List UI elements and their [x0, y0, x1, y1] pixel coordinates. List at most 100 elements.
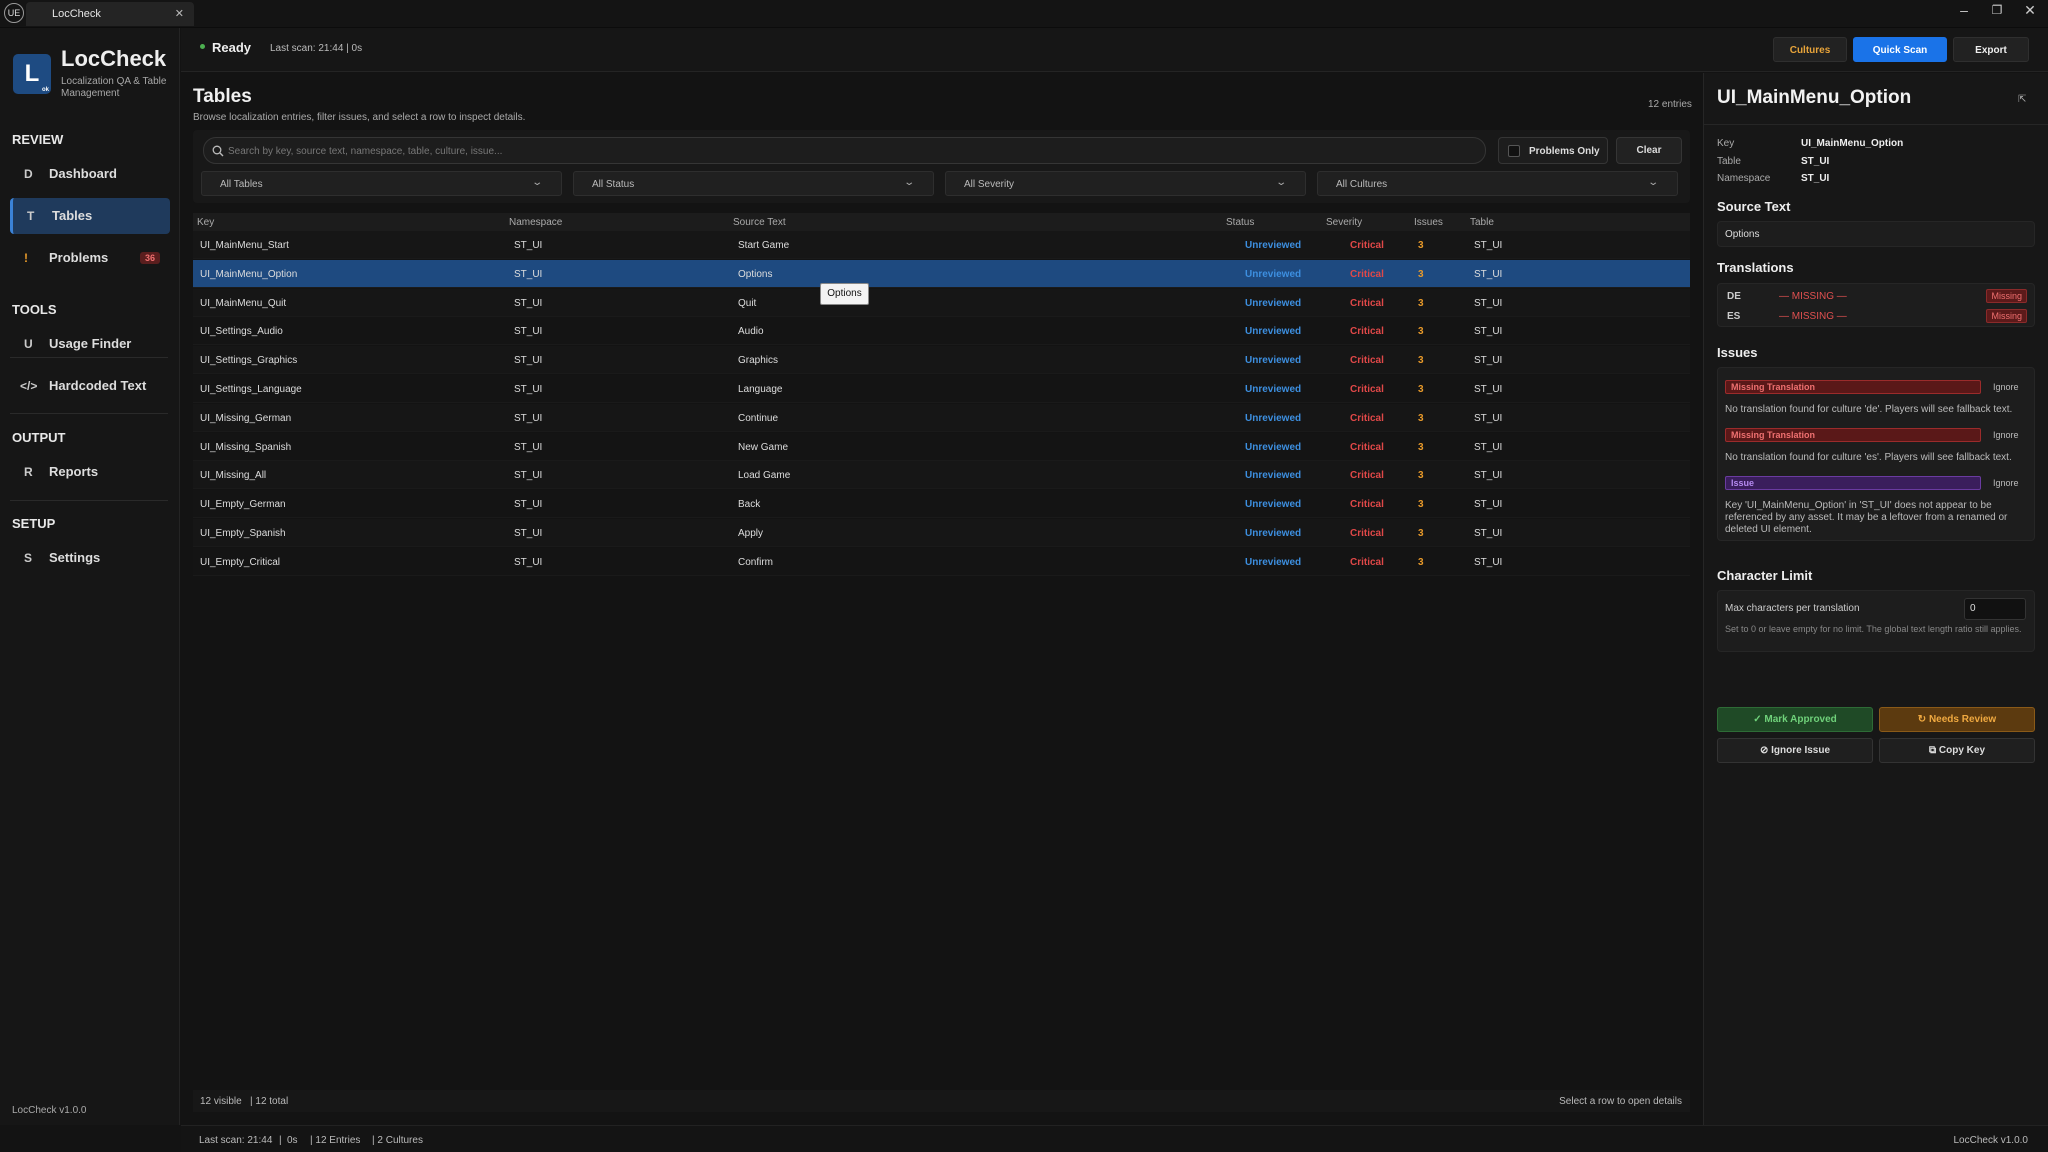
export-button[interactable]: Export — [1953, 37, 2029, 62]
column-table[interactable]: Table — [1470, 217, 1494, 228]
cell-issues: 3 — [1418, 297, 1424, 309]
cell-src: Back — [738, 499, 761, 511]
cultures-filter-dropdown[interactable]: All Cultures ⌄ — [1317, 171, 1678, 196]
cell-key: UI_MainMenu_Start — [200, 240, 289, 251]
mark-approved-button[interactable]: ✓ Mark Approved — [1717, 707, 1873, 732]
cell-issues: 3 — [1418, 499, 1424, 511]
restore-icon[interactable]: ❐ — [1987, 3, 2007, 17]
ignore-link[interactable]: Ignore — [1993, 430, 2019, 440]
tables-filter-dropdown[interactable]: All Tables ⌄ — [201, 171, 562, 196]
minimize-icon[interactable]: – — [1954, 2, 1974, 18]
table-row[interactable]: UI_Missing_German ST_UI Continue Unreviewed… — [193, 403, 1690, 432]
problems-only-toggle[interactable]: Problems Only — [1498, 137, 1608, 164]
column-namespace[interactable]: Namespace — [509, 217, 562, 228]
sidebar-item-reports[interactable]: R Reports — [10, 454, 170, 490]
needs-review-button[interactable]: ↻ Needs Review — [1879, 707, 2035, 732]
table-row[interactable]: UI_Settings_Language ST_UI Language Unrevie… — [193, 375, 1690, 403]
column-issues[interactable]: Issues — [1414, 217, 1443, 228]
app-logo-icon: Lok — [13, 54, 51, 94]
translation-row[interactable]: ES — MISSING — Missing — [1717, 307, 2035, 327]
clear-button[interactable]: Clear — [1616, 137, 1682, 164]
table-row[interactable]: UI_Empty_Spanish ST_UI Apply Unreviewed Crit… — [193, 519, 1690, 547]
ignore-link[interactable]: Ignore — [1993, 478, 2019, 488]
cell-table: ST_UI — [1474, 297, 1503, 309]
column-key[interactable]: Key — [197, 217, 214, 228]
missing-badge: Missing — [1986, 309, 2027, 323]
usage-finder-icon: U — [24, 337, 33, 351]
search-box[interactable] — [203, 137, 1486, 164]
sidebar-item-dashboard[interactable]: D Dashboard — [10, 156, 170, 192]
severity-filter-dropdown[interactable]: All Severity ⌄ — [945, 171, 1306, 196]
settings-icon: S — [24, 551, 33, 565]
table-row[interactable]: UI_Missing_Spanish ST_UI New Game Unreviewe… — [193, 432, 1690, 461]
cell-ns: ST_UI — [514, 528, 543, 539]
cell-status: Unreviewed — [1245, 556, 1302, 568]
cell-sev: Critical — [1350, 355, 1384, 367]
column-status[interactable]: Status — [1226, 217, 1254, 228]
ignore-issue-button[interactable]: ⊘ Ignore Issue — [1717, 738, 1873, 763]
cell-sev: Critical — [1350, 528, 1384, 539]
status-separator: | — [279, 1135, 282, 1146]
char-limit-input[interactable]: 0 — [1964, 598, 2026, 620]
issue-text: Key 'UI_MainMenu_Option' in 'ST_UI' does… — [1725, 500, 2008, 535]
status-filter-dropdown[interactable]: All Status ⌄ — [573, 171, 934, 196]
translation-row[interactable]: DE — MISSING — Missing — [1717, 287, 2035, 307]
table-row[interactable]: UI_MainMenu_Start ST_UI Start Game Unreview… — [193, 231, 1690, 259]
cell-status: Unreviewed — [1245, 441, 1302, 453]
cell-key: UI_MainMenu_Quit — [200, 297, 287, 309]
table-row[interactable]: UI_Missing_All ST_UI Load Game Unreviewed Cr… — [193, 461, 1690, 490]
table-row[interactable]: UI_Empty_Critical ST_UI Confirm Unreviewed C… — [193, 547, 1690, 576]
translations-heading: Translations — [1717, 260, 1794, 275]
cell-key: UI_Missing_All — [200, 470, 267, 482]
visible-count: 12 visible — [200, 1096, 242, 1107]
table-row[interactable]: UI_Settings_Audio ST_UI Audio Unreviewed Cri… — [193, 317, 1690, 346]
table-row[interactable]: UI_MainMenu_Quit ST_UI Quit Unreviewed Criti… — [193, 288, 1690, 317]
cell-src: Load Game — [738, 470, 791, 482]
cell-issues: 3 — [1418, 528, 1424, 539]
sidebar-item-problems[interactable]: ! Problems 36 — [10, 240, 170, 276]
cell-sev: Critical — [1350, 412, 1384, 424]
ignore-link[interactable]: Ignore — [1993, 382, 2019, 392]
cell-src: New Game — [738, 441, 789, 453]
document-tab[interactable]: LocCheck ✕ — [26, 2, 194, 26]
cell-ns: ST_UI — [514, 499, 543, 511]
cell-table: ST_UI — [1474, 326, 1503, 338]
problems-icon: ! — [24, 251, 28, 265]
sidebar-item-settings[interactable]: S Settings — [10, 540, 170, 576]
copy-key-button[interactable]: ⧉ Copy Key — [1879, 738, 2035, 763]
app-subtitle: Localization QA & Table Management — [61, 76, 167, 99]
cell-key: UI_Settings_Graphics — [200, 355, 298, 367]
cell-status: Unreviewed — [1245, 384, 1302, 395]
table-row[interactable]: UI_Settings_Graphics ST_UI Graphics Unrevie… — [193, 346, 1690, 375]
cell-table: ST_UI — [1474, 268, 1503, 280]
search-input[interactable] — [228, 143, 1468, 159]
status-dot-icon — [200, 44, 205, 49]
tab-close-icon[interactable]: ✕ — [175, 7, 184, 20]
cell-sev: Critical — [1350, 384, 1384, 395]
cultures-button[interactable]: Cultures — [1773, 37, 1847, 62]
cell-sev: Critical — [1350, 240, 1384, 251]
code-icon: </> — [20, 379, 38, 393]
cell-status: Unreviewed — [1245, 499, 1302, 511]
pin-icon[interactable]: ⇱ — [2018, 94, 2026, 105]
sidebar-item-tables[interactable]: T Tables — [10, 198, 170, 234]
tables-icon: T — [27, 209, 35, 223]
column-severity[interactable]: Severity — [1326, 217, 1362, 228]
cell-src: Continue — [738, 412, 779, 424]
cell-issues: 3 — [1418, 355, 1424, 367]
problems-only-checkbox[interactable] — [1508, 145, 1520, 157]
table-row[interactable]: UI_Empty_German ST_UI Back Unreviewed Critic… — [193, 490, 1690, 519]
cell-status: Unreviewed — [1245, 268, 1302, 280]
sidebar-item-hardcoded-text[interactable]: </> Hardcoded Text — [10, 368, 170, 404]
table-row[interactable]: UI_MainMenu_Option ST_UI Options Unreviewed… — [193, 259, 1690, 288]
column-source-text[interactable]: Source Text — [733, 217, 786, 228]
source-text-value: Options — [1725, 229, 1760, 240]
cell-issues: 3 — [1418, 268, 1424, 280]
window-close-icon[interactable]: ✕ — [2020, 2, 2040, 19]
cell-sev: Critical — [1350, 326, 1384, 338]
cell-key: UI_Missing_Spanish — [200, 441, 292, 453]
cell-sev: Critical — [1350, 499, 1384, 511]
details-title: UI_MainMenu_Option — [1717, 87, 1912, 108]
quick-scan-button[interactable]: Quick Scan — [1853, 37, 1947, 62]
sidebar-version: LocCheck v1.0.0 — [12, 1105, 87, 1116]
